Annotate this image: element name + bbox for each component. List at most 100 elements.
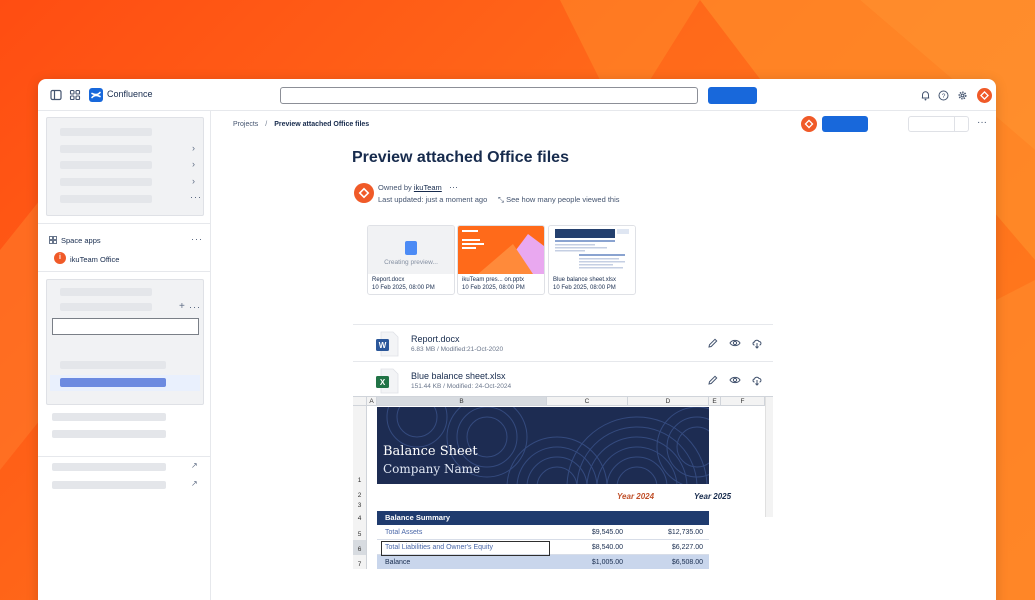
document-icon xyxy=(405,241,417,255)
attachment-thumbnail[interactable]: ikuTeam pres... on.pptx 10 Feb 2025, 08:… xyxy=(457,225,545,295)
summary-header-label: Balance Summary xyxy=(385,513,451,522)
external-link-icon[interactable]: ↗ xyxy=(191,479,198,488)
last-updated: Last updated: just a moment ago xyxy=(378,195,488,204)
gear-icon[interactable] xyxy=(957,90,968,101)
sidebar-skeleton xyxy=(52,481,166,489)
breadcrumb-current[interactable]: Preview attached Office files xyxy=(274,121,369,128)
value-2024: $8,540.00 xyxy=(591,544,623,551)
sheet-title: Balance Sheet xyxy=(383,444,478,459)
value-2024: $1,005.00 xyxy=(591,559,623,566)
year-header: Year 2024 xyxy=(617,492,655,501)
column-header[interactable]: A xyxy=(367,397,377,406)
attachment-thumbnail[interactable]: Creating preview... Report.docx 10 Feb 2… xyxy=(367,225,455,295)
column-header[interactable]: C xyxy=(547,397,628,406)
row-header[interactable]: 2 xyxy=(353,484,367,502)
corner-cell xyxy=(353,397,367,406)
file-meta: 6.83 MB / Modified:21-Oct-2020 xyxy=(411,346,504,353)
external-link-icon[interactable]: ↗ xyxy=(191,461,198,470)
file-meta: 151.44 KB / Modified: 24-Oct-2024 xyxy=(411,383,512,390)
sidebar-divider xyxy=(38,223,211,224)
cloud-download-icon[interactable] xyxy=(751,337,763,349)
owned-by-prefix: Owned by xyxy=(378,183,412,192)
page-title: Preview attached Office files xyxy=(352,149,569,166)
pencil-icon[interactable] xyxy=(707,337,719,349)
eye-icon[interactable] xyxy=(729,374,741,386)
more-icon[interactable]: ··· xyxy=(191,234,203,244)
views-link[interactable]: ⤡ See how many people viewed this xyxy=(498,195,620,205)
user-avatar[interactable] xyxy=(977,88,992,103)
table-row[interactable]: Total Assets $9,545.00 $12,735.00 xyxy=(377,525,709,540)
search-input[interactable] xyxy=(280,87,698,104)
sidebar-divider xyxy=(38,271,211,272)
sidebar-divider xyxy=(38,456,211,457)
column-header[interactable]: D xyxy=(628,397,709,406)
row-header[interactable]: 4 xyxy=(353,509,367,525)
app-name[interactable]: Confluence xyxy=(107,89,153,99)
owner-link[interactable]: ikuTeam xyxy=(414,183,442,192)
file-row[interactable]: W Report.docx 6.83 MB / Modified:21-Oct-… xyxy=(353,324,773,360)
thumbnail-date: 10 Feb 2025, 08:00 PM xyxy=(553,285,616,291)
sidebar-filter-input[interactable] xyxy=(52,318,199,335)
row-header[interactable]: 3 xyxy=(353,502,367,509)
table-row[interactable]: Balance $1,005.00 $6,508.00 xyxy=(377,555,709,569)
svg-text:?: ? xyxy=(942,93,946,100)
value-2024: $9,545.00 xyxy=(591,529,623,536)
breadcrumb-projects[interactable]: Projects xyxy=(233,121,258,128)
chevron-right-icon[interactable]: › xyxy=(192,143,195,153)
bell-icon[interactable] xyxy=(920,90,931,101)
column-header[interactable]: B xyxy=(377,397,547,406)
pencil-icon[interactable] xyxy=(707,374,719,386)
file-row[interactable]: X Blue balance sheet.xlsx 151.44 KB / Mo… xyxy=(353,361,773,397)
sidebar: › › › ··· Space apps ··· i ikuTeam Offic… xyxy=(38,111,211,600)
create-button[interactable] xyxy=(708,87,757,104)
excel-file-icon: X xyxy=(376,368,399,394)
page-actions-group[interactable] xyxy=(908,116,969,132)
sidebar-skeleton xyxy=(52,430,166,438)
sidebar-item-ikuteam-office[interactable]: ikuTeam Office xyxy=(70,255,119,264)
thumbnail-name: ikuTeam pres... on.pptx xyxy=(462,277,525,283)
row-label: Total Assets xyxy=(385,529,423,536)
eye-icon[interactable] xyxy=(729,337,741,349)
collaborator-avatar[interactable] xyxy=(801,116,817,132)
confluence-logo-icon[interactable] xyxy=(89,88,103,102)
sidebar-icon[interactable] xyxy=(50,89,62,101)
breadcrumb: Projects / Preview attached Office files xyxy=(233,121,369,128)
sidebar-skeleton xyxy=(60,361,166,369)
vertical-scrollbar[interactable] xyxy=(765,397,773,517)
selected-cell[interactable] xyxy=(381,541,550,556)
help-icon[interactable]: ? xyxy=(938,90,949,101)
more-icon[interactable]: ··· xyxy=(449,182,458,192)
sidebar-skeleton xyxy=(60,161,152,169)
confluence-window: Confluence ? › › › ··· Space apps ··· i … xyxy=(38,79,996,600)
column-header[interactable]: E xyxy=(709,397,721,406)
share-button[interactable] xyxy=(822,116,868,132)
summary-header: Balance Summary xyxy=(377,511,709,525)
svg-text:W: W xyxy=(379,341,387,350)
spreadsheet-preview[interactable]: A B C D E F 1 2 3 4 5 6 7 Balance Sheet xyxy=(353,396,773,569)
sidebar-skeleton xyxy=(60,303,152,311)
column-header[interactable]: F xyxy=(721,397,765,406)
plus-icon[interactable]: + xyxy=(179,301,185,312)
file-name[interactable]: Blue balance sheet.xlsx xyxy=(411,371,506,381)
spreadsheet-preview-image xyxy=(549,226,635,274)
thumbnail-name: Blue balance sheet.xlsx xyxy=(553,277,617,283)
split-divider xyxy=(954,117,955,131)
chevron-right-icon[interactable]: › xyxy=(192,159,195,169)
sidebar-skeleton xyxy=(60,178,152,186)
thumbnail-date: 10 Feb 2025, 08:00 PM xyxy=(462,285,525,291)
more-actions-icon[interactable]: ··· xyxy=(977,117,987,128)
grid-icon[interactable] xyxy=(69,89,81,101)
analytics-icon: ⤡ xyxy=(498,195,504,204)
attachment-thumbnail[interactable]: Blue balance sheet.xlsx 10 Feb 2025, 08:… xyxy=(548,225,636,295)
row-header[interactable]: 5 xyxy=(353,525,367,540)
more-icon[interactable]: ··· xyxy=(190,192,202,202)
more-icon[interactable]: ··· xyxy=(189,302,201,312)
file-name[interactable]: Report.docx xyxy=(411,334,460,344)
owner-avatar[interactable] xyxy=(354,183,374,203)
row-header[interactable]: 6 xyxy=(353,540,367,555)
cloud-download-icon[interactable] xyxy=(751,374,763,386)
row-header[interactable]: 7 xyxy=(353,555,367,569)
chevron-right-icon[interactable]: › xyxy=(192,176,195,186)
thumbnail-image: Creating preview... xyxy=(368,226,454,274)
row-header[interactable]: 1 xyxy=(353,406,367,484)
